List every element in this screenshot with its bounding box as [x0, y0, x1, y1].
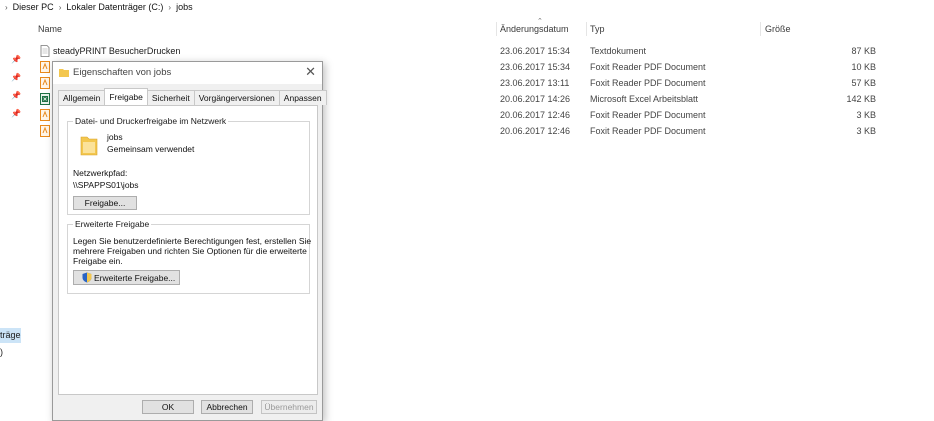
column-divider[interactable] — [760, 22, 761, 36]
advanced-description: mehrere Freigaben und richten Sie Option… — [73, 246, 307, 256]
uac-shield-icon — [82, 272, 92, 283]
file-date: 23.06.2017 15:34 — [500, 62, 571, 72]
dialog-title: Eigenschaften von jobs — [73, 67, 172, 78]
column-header-type[interactable]: Typ — [590, 24, 605, 34]
pdf-file-icon — [40, 109, 50, 121]
breadcrumb-item-this-pc[interactable]: Dieser PC — [13, 2, 54, 12]
pin-icon[interactable]: 📌 — [11, 109, 21, 118]
tab-anpassen[interactable]: Anpassen — [278, 90, 327, 105]
advanced-description: Legen Sie benutzerdefinierte Berechtigun… — [73, 236, 312, 246]
file-size: 10 KB — [851, 62, 876, 72]
file-date: 23.06.2017 13:11 — [500, 78, 570, 88]
tab-sicherheit[interactable]: Sicherheit — [146, 90, 195, 105]
column-divider[interactable] — [586, 22, 587, 36]
file-date: 20.06.2017 14:26 — [500, 94, 571, 104]
apply-button: Übernehmen — [261, 400, 317, 414]
file-type: Microsoft Excel Arbeitsblatt — [590, 94, 699, 104]
tab-freigabe[interactable]: Freigabe — [104, 88, 148, 105]
network-sharing-group: Datei- und Druckerfreigabe im Netzwerk j… — [67, 116, 310, 215]
group-title: Datei- und Druckerfreigabe im Netzwerk — [73, 116, 229, 126]
dialog-tabs: Allgemein Freigabe Sicherheit Vorgängerv… — [58, 88, 327, 105]
network-path-label: Netzwerkpfad: — [73, 168, 128, 178]
nav-item-fragment[interactable]: ) — [0, 347, 3, 357]
file-size: 87 KB — [851, 46, 876, 56]
file-type: Textdokument — [590, 46, 647, 56]
cancel-button[interactable]: Abbrechen — [201, 400, 253, 414]
pdf-file-icon — [40, 125, 50, 137]
group-title: Erweiterte Freigabe — [73, 219, 152, 229]
dialog-title-bar[interactable]: Eigenschaften von jobs ✕ — [53, 62, 322, 84]
share-button[interactable]: Freigabe... — [73, 196, 137, 210]
breadcrumb-item-jobs[interactable]: jobs — [176, 2, 193, 12]
pin-icon[interactable]: 📌 — [11, 91, 21, 100]
chevron-right-icon: › — [5, 2, 8, 12]
file-name: steadyPRINT BesucherDrucken — [53, 46, 181, 56]
shared-folder-icon — [80, 136, 98, 156]
advanced-sharing-group: Erweiterte Freigabe Legen Sie benutzerde… — [67, 219, 312, 294]
pin-icon[interactable]: 📌 — [11, 55, 21, 64]
column-header-size[interactable]: Größe — [765, 24, 791, 34]
file-date: 20.06.2017 12:46 — [500, 110, 571, 120]
advanced-sharing-button[interactable]: Erweiterte Freigabe... — [73, 270, 180, 285]
file-type: Foxit Reader PDF Document — [590, 126, 706, 136]
close-icon[interactable]: ✕ — [305, 64, 316, 80]
advanced-description: Freigabe ein. — [73, 256, 123, 266]
column-header-name[interactable]: Name — [38, 24, 62, 34]
ok-button[interactable]: OK — [142, 400, 194, 414]
properties-dialog: Eigenschaften von jobs ✕ Allgemein Freig… — [52, 61, 327, 421]
tab-vorgaengerversionen[interactable]: Vorgängerversionen — [193, 90, 280, 105]
text-file-icon — [40, 45, 50, 57]
breadcrumb: › Dieser PC › Lokaler Datenträger (C:) ›… — [0, 0, 193, 14]
file-date: 23.06.2017 15:34 — [500, 46, 571, 56]
chevron-right-icon[interactable]: › — [163, 3, 176, 12]
file-row[interactable]: steadyPRINT BesucherDrucken 23.06.2017 1… — [38, 43, 888, 59]
pin-icon[interactable]: 📌 — [11, 73, 21, 82]
folder-status: Gemeinsam verwendet — [107, 144, 195, 154]
file-size: 57 KB — [851, 78, 876, 88]
tab-panel-freigabe: Datei- und Druckerfreigabe im Netzwerk j… — [58, 105, 318, 395]
tab-allgemein[interactable]: Allgemein — [58, 90, 106, 105]
file-type: Foxit Reader PDF Document — [590, 110, 706, 120]
pdf-file-icon — [40, 77, 50, 89]
file-size: 142 KB — [846, 94, 876, 104]
file-size: 3 KB — [856, 110, 876, 120]
column-header-date[interactable]: Änderungsdatum — [500, 24, 569, 34]
advanced-sharing-button-label: Erweiterte Freigabe... — [94, 272, 176, 283]
file-size: 3 KB — [856, 126, 876, 136]
file-type: Foxit Reader PDF Document — [590, 62, 706, 72]
network-path-value[interactable]: \\SPAPPS01\jobs — [73, 180, 139, 190]
folder-name: jobs — [107, 132, 123, 142]
breadcrumb-item-drive[interactable]: Lokaler Datenträger (C:) — [66, 2, 163, 12]
nav-item-local-drive[interactable]: träger — [0, 328, 21, 343]
file-type: Foxit Reader PDF Document — [590, 78, 706, 88]
chevron-right-icon[interactable]: › — [54, 3, 67, 12]
excel-file-icon — [40, 93, 50, 105]
column-divider[interactable] — [496, 22, 497, 36]
folder-icon — [59, 69, 69, 77]
pdf-file-icon — [40, 61, 50, 73]
file-date: 20.06.2017 12:46 — [500, 126, 571, 136]
